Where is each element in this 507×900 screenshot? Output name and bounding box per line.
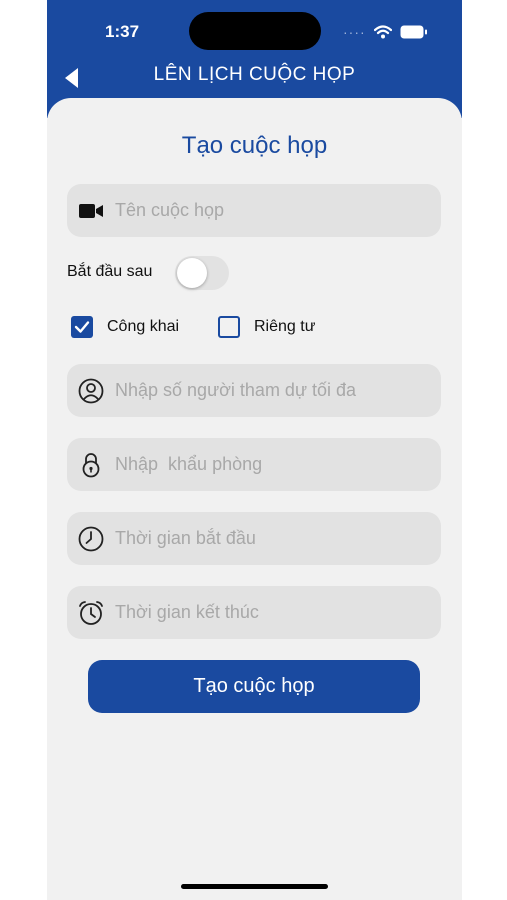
max-participants-input[interactable] <box>115 380 425 401</box>
start-later-toggle[interactable] <box>175 256 229 290</box>
checkmark-icon <box>74 321 90 333</box>
status-icons: ···· <box>343 24 428 40</box>
meeting-name-input[interactable] <box>115 200 425 221</box>
public-label: Công khai <box>107 318 180 335</box>
battery-icon <box>400 25 427 39</box>
clock-icon <box>77 525 105 553</box>
private-label: Riêng tư <box>254 318 316 335</box>
start-time-field[interactable] <box>67 512 441 565</box>
alarm-clock-icon <box>77 599 105 627</box>
toggle-knob <box>177 258 207 288</box>
page-title: LÊN LỊCH CUỘC HỌP <box>153 64 356 85</box>
public-checkbox[interactable] <box>71 316 93 338</box>
form-heading: Tạo cuộc họp <box>181 132 328 159</box>
create-meeting-button[interactable]: Tạo cuộc họp <box>88 660 420 713</box>
wifi-icon <box>373 25 392 39</box>
private-checkbox[interactable] <box>218 316 240 338</box>
meeting-name-field[interactable] <box>67 184 441 237</box>
lock-icon <box>77 451 105 479</box>
start-time-input[interactable] <box>115 528 425 549</box>
phone-screen: 1:37 ···· LÊN LỊCH CUỘC HỌP Tạo cuộc họp <box>47 0 462 900</box>
dynamic-island <box>189 12 321 50</box>
video-camera-icon <box>77 197 105 225</box>
home-indicator <box>181 884 328 889</box>
cellular-signal-icon: ···· <box>343 24 366 40</box>
password-field[interactable] <box>67 438 441 491</box>
status-time: 1:37 <box>105 22 140 41</box>
max-participants-field[interactable] <box>67 364 441 417</box>
password-input[interactable] <box>115 454 425 475</box>
start-later-label: Bắt đầu sau <box>67 263 153 280</box>
end-time-input[interactable] <box>115 602 425 623</box>
user-circle-icon <box>77 377 105 405</box>
end-time-field[interactable] <box>67 586 441 639</box>
